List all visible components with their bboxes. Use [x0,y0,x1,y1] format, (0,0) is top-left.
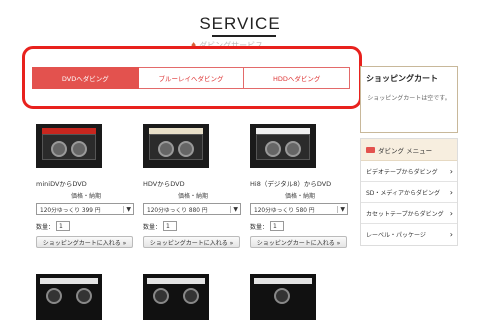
cart-empty-message: ショッピングカートは空です。 [367,95,451,102]
quantity-row: 数量： 1 [143,221,243,231]
product-image-panasonic[interactable] [143,274,209,320]
service-tabs: DVDへダビング ブルーレイへダビング HDDへダビング [32,67,351,89]
menu-item-label: SD・メディアからダビング [366,189,441,197]
product-image-vhsc[interactable] [250,274,316,320]
selected-option: 120分ゆっくり 399 円 [40,207,101,214]
chevron-right-icon: › [449,230,453,239]
selected-option: 120分ゆっくり 580 円 [254,207,315,214]
dubbing-menu: ダビング メニュー ビデオテープからダビング › SD・メディアからダビング ›… [360,138,458,246]
quantity-label: 数量： [36,223,55,231]
chevron-down-icon: ▼ [123,205,131,213]
menu-item-sd-media[interactable]: SD・メディアからダビング › [361,182,457,203]
product-image[interactable] [250,124,316,168]
add-to-cart-button[interactable]: ショッピングカートに入れる » [250,236,347,248]
add-to-cart-button[interactable]: ショッピングカートに入れる » [143,236,240,248]
chevron-right-icon: › [449,208,453,218]
dubbing-menu-header: ダビング メニュー [361,139,457,161]
product-name[interactable]: HDVからDVD [143,178,243,188]
tape-icon [256,134,310,160]
price-option-select[interactable]: 120分ゆっくり 580 円 ▼ [250,203,348,215]
tape-label [147,278,205,284]
product-image[interactable] [143,124,209,168]
chevron-right-icon: › [449,166,453,176]
tab-dvd[interactable]: DVDへダビング [32,67,139,89]
dubbing-menu-title: ダビング メニュー [378,146,433,155]
reel-icon [76,288,92,304]
product-card-hdv: HDVからDVD 価格・納期 120分ゆっくり 880 円 ▼ 数量： 1 ショ… [143,124,243,248]
quantity-input[interactable]: 1 [270,221,285,231]
reel-icon [274,288,290,304]
tab-hdd[interactable]: HDDへダビング [244,67,351,89]
add-to-cart-button[interactable]: ショッピングカートに入れる » [36,236,133,248]
cart-title: ショッピングカート [366,74,438,83]
price-label: 価格・納期 [177,193,208,200]
tab-bluray[interactable]: ブルーレイへダビング [138,67,245,89]
tape-label [40,278,98,284]
quantity-row: 数量： 1 [250,221,350,231]
product-name[interactable]: miniDVからDVD [36,178,136,188]
chevron-down-icon: ▼ [337,205,345,213]
chevron-down-icon: ▼ [230,205,238,213]
menu-item-label: カセットテープからダビング [366,210,444,218]
shopping-cart-widget: ショッピングカート ショッピングカートは空です。 [360,66,458,133]
product-image[interactable] [36,124,102,168]
price-label: 価格・納期 [70,193,101,200]
selected-option: 120分ゆっくり 880 円 [147,207,208,214]
page-title: SERVICE [199,14,281,33]
quantity-label: 数量： [250,223,269,231]
menu-item-label: ビデオテープからダビング [366,168,438,176]
menu-item-cassette[interactable]: カセットテープからダビング › [361,203,457,224]
reel-icon [46,288,62,304]
product-card-hi8: Hi8（デジタル8）からDVD 価格・納期 120分ゆっくり 580 円 ▼ 数… [250,124,350,248]
menu-item-videotape[interactable]: ビデオテープからダビング › [361,161,457,182]
quantity-row: 数量： 1 [36,221,136,231]
chevron-right-icon: › [449,187,453,197]
tape-icon [42,134,96,160]
tape-icon [149,134,203,160]
reel-icon [153,288,169,304]
product-name[interactable]: Hi8（デジタル8）からDVD [250,178,350,188]
quantity-label: 数量： [143,223,162,231]
menu-item-label: レーベル・パッケージ [366,232,426,239]
menu-item-label-package[interactable]: レーベル・パッケージ › [361,224,457,245]
reel-icon [183,288,199,304]
product-card-minidv: miniDVからDVD 価格・納期 120分ゆっくり 399 円 ▼ 数量： 1… [36,124,136,248]
title-underline [212,35,276,37]
price-option-select[interactable]: 120分ゆっくり 399 円 ▼ [36,203,134,215]
quantity-input[interactable]: 1 [163,221,178,231]
tape-label [254,278,312,284]
price-option-select[interactable]: 120分ゆっくり 880 円 ▼ [143,203,241,215]
menu-icon [366,146,375,153]
quantity-input[interactable]: 1 [56,221,71,231]
price-label: 価格・納期 [284,193,315,200]
product-image-vhs[interactable] [36,274,102,320]
